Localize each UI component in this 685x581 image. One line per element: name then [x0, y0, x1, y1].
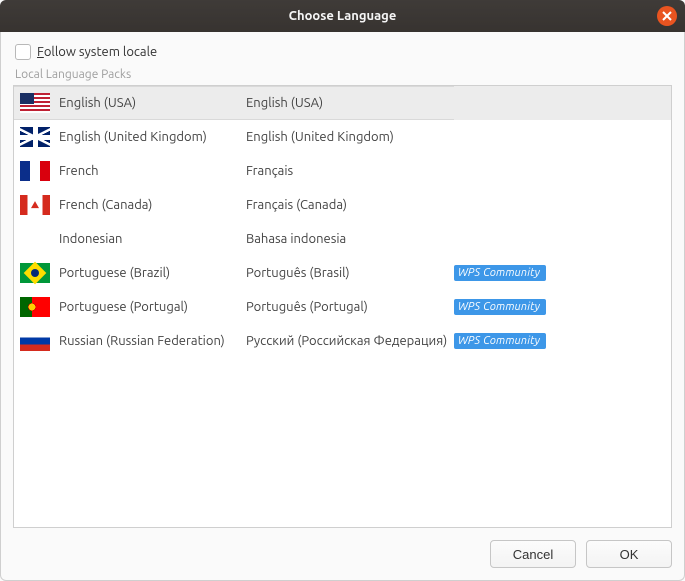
language-native: Français (Canada) [246, 198, 347, 212]
language-native-cell: Français (Canada) [242, 188, 454, 222]
language-badge-cell: WPS Community [454, 324, 671, 358]
language-native-cell: Bahasa indonesia [242, 222, 454, 256]
close-button[interactable] [657, 6, 677, 26]
language-row[interactable]: Russian (Russian Federation) Русский (Рос… [14, 324, 671, 358]
language-native-cell: Português (Portugal) [242, 290, 454, 324]
language-name: French (Canada) [59, 198, 152, 212]
cancel-button[interactable]: Cancel [490, 540, 576, 568]
language-name-cell: Indonesian [14, 222, 242, 256]
language-name: French [59, 164, 99, 178]
close-icon [662, 11, 672, 21]
community-badge: WPS Community [454, 265, 546, 281]
flag-icon [20, 297, 50, 317]
language-row[interactable]: Portuguese (Brazil) Português (Brasil) WPS… [14, 256, 671, 290]
footer: Cancel OK [13, 528, 672, 568]
language-badge-cell: WPS Community [454, 290, 671, 324]
language-badge-cell [454, 86, 671, 120]
language-row[interactable]: French Français [14, 154, 671, 188]
language-name-cell: Portuguese (Brazil) [14, 256, 242, 290]
window-title: Choose Language [289, 9, 397, 23]
language-native-cell: English (USA) [242, 86, 454, 120]
language-name-cell: English (United Kingdom) [14, 120, 242, 154]
community-badge: WPS Community [454, 299, 546, 315]
language-badge-cell [454, 188, 671, 222]
language-native: English (USA) [246, 96, 323, 110]
language-name: English (USA) [59, 96, 136, 110]
language-native-cell: English (United Kingdom) [242, 120, 454, 154]
language-name-cell: Portuguese (Portugal) [14, 290, 242, 324]
language-native: Русский (Российская Федерация) [246, 334, 447, 348]
language-list: English (USA) English (USA) English (Unite… [13, 85, 672, 528]
language-name: Portuguese (Portugal) [59, 300, 188, 314]
language-name: Indonesian [59, 232, 122, 246]
ok-button[interactable]: OK [586, 540, 672, 568]
flag-icon [20, 331, 50, 351]
titlebar: Choose Language [0, 0, 685, 32]
flag-icon [20, 195, 50, 215]
window-body: Follow system locale Local Language Pack… [0, 32, 685, 581]
flag-icon [20, 161, 50, 181]
language-native: Français [246, 164, 293, 178]
flag-icon [20, 263, 50, 283]
language-native: Português (Portugal) [246, 300, 368, 314]
follow-locale-label[interactable]: Follow system locale [37, 45, 157, 59]
flag-icon [20, 127, 50, 147]
language-name-cell: French (Canada) [14, 188, 242, 222]
language-row[interactable]: Portuguese (Portugal) Português (Portugal… [14, 290, 671, 324]
language-native-cell: Français [242, 154, 454, 188]
follow-locale-row: Follow system locale [13, 42, 672, 68]
follow-locale-checkbox[interactable] [15, 44, 31, 60]
language-name-cell: Russian (Russian Federation) [14, 324, 242, 358]
language-name-cell: English (USA) [14, 86, 242, 120]
language-name: English (United Kingdom) [59, 130, 207, 144]
language-name: Russian (Russian Federation) [59, 334, 225, 348]
language-native: English (United Kingdom) [246, 130, 394, 144]
community-badge: WPS Community [454, 333, 546, 349]
language-badge-cell: WPS Community [454, 256, 671, 290]
language-badge-cell [454, 120, 671, 154]
language-name: Portuguese (Brazil) [59, 266, 170, 280]
language-native: Português (Brasil) [246, 266, 350, 280]
language-badge-cell [454, 222, 671, 256]
flag-icon [20, 93, 50, 113]
language-row[interactable]: French (Canada) Français (Canada) [14, 188, 671, 222]
language-row[interactable]: English (United Kingdom) English (United … [14, 120, 671, 154]
language-native: Bahasa indonesia [246, 232, 346, 246]
section-title: Local Language Packs [13, 68, 672, 85]
language-name-cell: French [14, 154, 242, 188]
language-native-cell: Русский (Российская Федерация) [242, 324, 454, 358]
language-row[interactable]: English (USA) English (USA) [14, 86, 671, 120]
language-row[interactable]: Indonesian Bahasa indonesia [14, 222, 671, 256]
language-badge-cell [454, 154, 671, 188]
language-native-cell: Português (Brasil) [242, 256, 454, 290]
